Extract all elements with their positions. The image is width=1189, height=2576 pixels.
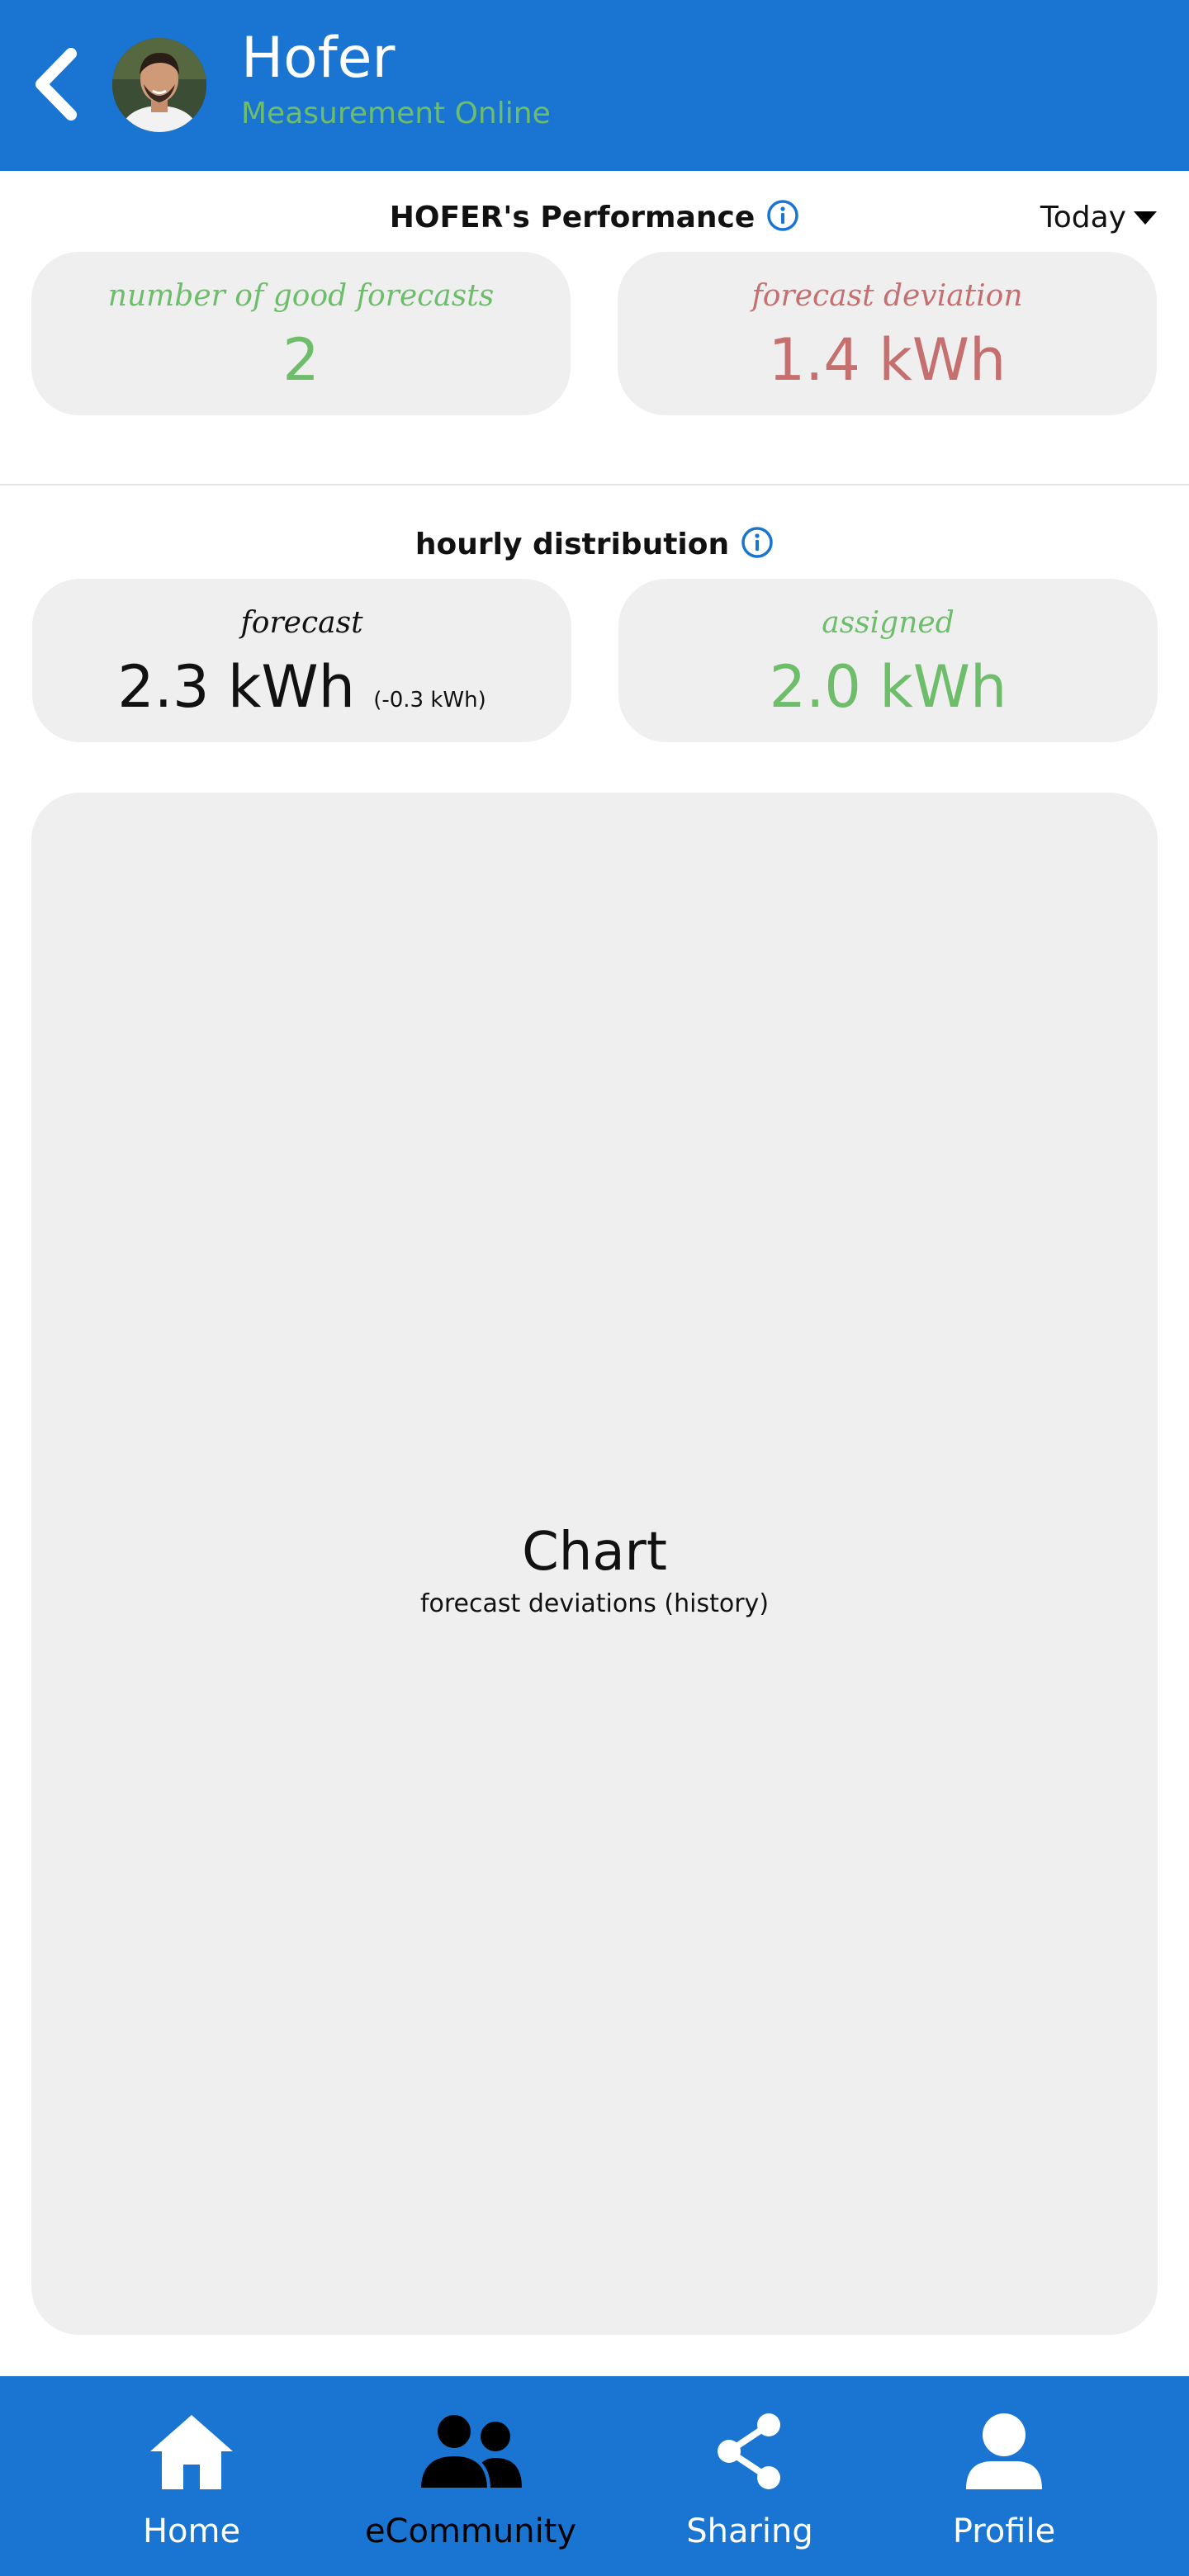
good-forecasts-card: number of good forecasts 2 xyxy=(31,252,571,415)
nav-item-ecommunity[interactable]: eCommunity xyxy=(322,2376,619,2576)
nav-label-ecommunity: eCommunity xyxy=(364,2512,577,2550)
nav-label-sharing: Sharing xyxy=(686,2512,813,2550)
hourly-title-text: hourly distribution xyxy=(414,528,730,561)
good-forecasts-label: number of good forecasts xyxy=(107,279,495,313)
forecast-value: 2.3 kWh xyxy=(117,653,355,721)
hourly-section-title: hourly distribution xyxy=(0,527,1189,563)
caret-down-icon xyxy=(1134,211,1157,225)
info-icon[interactable] xyxy=(741,526,774,559)
assigned-label: assigned xyxy=(822,606,955,640)
back-button[interactable] xyxy=(20,33,92,135)
chart-placeholder: Chart forecast deviations (history) xyxy=(31,793,1158,2335)
assigned-value: 2.0 kWh xyxy=(769,653,1007,721)
good-forecasts-value: 2 xyxy=(282,326,320,394)
section-divider xyxy=(0,484,1189,485)
forecast-value-row: 2.3 kWh (-0.3 kWh) xyxy=(32,650,571,737)
chart-placeholder-title: Chart xyxy=(522,1522,667,1583)
info-icon[interactable] xyxy=(766,199,799,232)
avatar[interactable] xyxy=(112,38,206,132)
avatar-image xyxy=(112,38,206,132)
connection-status: Measurement Online xyxy=(241,97,551,130)
community-icon xyxy=(417,2412,522,2491)
share-icon xyxy=(718,2413,780,2489)
period-dropdown[interactable]: Today xyxy=(1040,200,1158,236)
nav-item-home[interactable]: Home xyxy=(43,2376,340,2576)
nav-label-home: Home xyxy=(142,2512,241,2550)
chevron-left-icon xyxy=(36,48,77,121)
performance-title-text: HOFER's Performance xyxy=(389,201,756,234)
nav-item-profile[interactable]: Profile xyxy=(855,2376,1153,2576)
forecast-deviation-value: 1.4 kWh xyxy=(768,326,1007,394)
app-header: Hofer Measurement Online xyxy=(0,0,1189,171)
period-selected: Today xyxy=(1040,201,1126,234)
forecast-deviation-label: forecast deviation xyxy=(751,279,1023,313)
forecast-label: forecast xyxy=(240,606,363,640)
nav-label-profile: Profile xyxy=(952,2512,1056,2550)
performance-section-title: HOFER's Performance xyxy=(0,200,1189,236)
bottom-nav: Home eCommunity Sharing Profile xyxy=(0,2376,1189,2576)
chart-placeholder-subtitle: forecast deviations (history) xyxy=(419,1589,770,1618)
forecast-card: forecast 2.3 kWh (-0.3 kWh) xyxy=(32,579,571,742)
assigned-card: assigned 2.0 kWh xyxy=(618,579,1158,742)
forecast-deviation-card: forecast deviation 1.4 kWh xyxy=(618,252,1157,415)
home-icon xyxy=(150,2415,233,2489)
nav-item-sharing[interactable]: Sharing xyxy=(601,2376,898,2576)
person-icon xyxy=(966,2413,1042,2489)
forecast-delta: (-0.3 kWh) xyxy=(373,688,486,713)
page-title: Hofer xyxy=(241,26,396,91)
